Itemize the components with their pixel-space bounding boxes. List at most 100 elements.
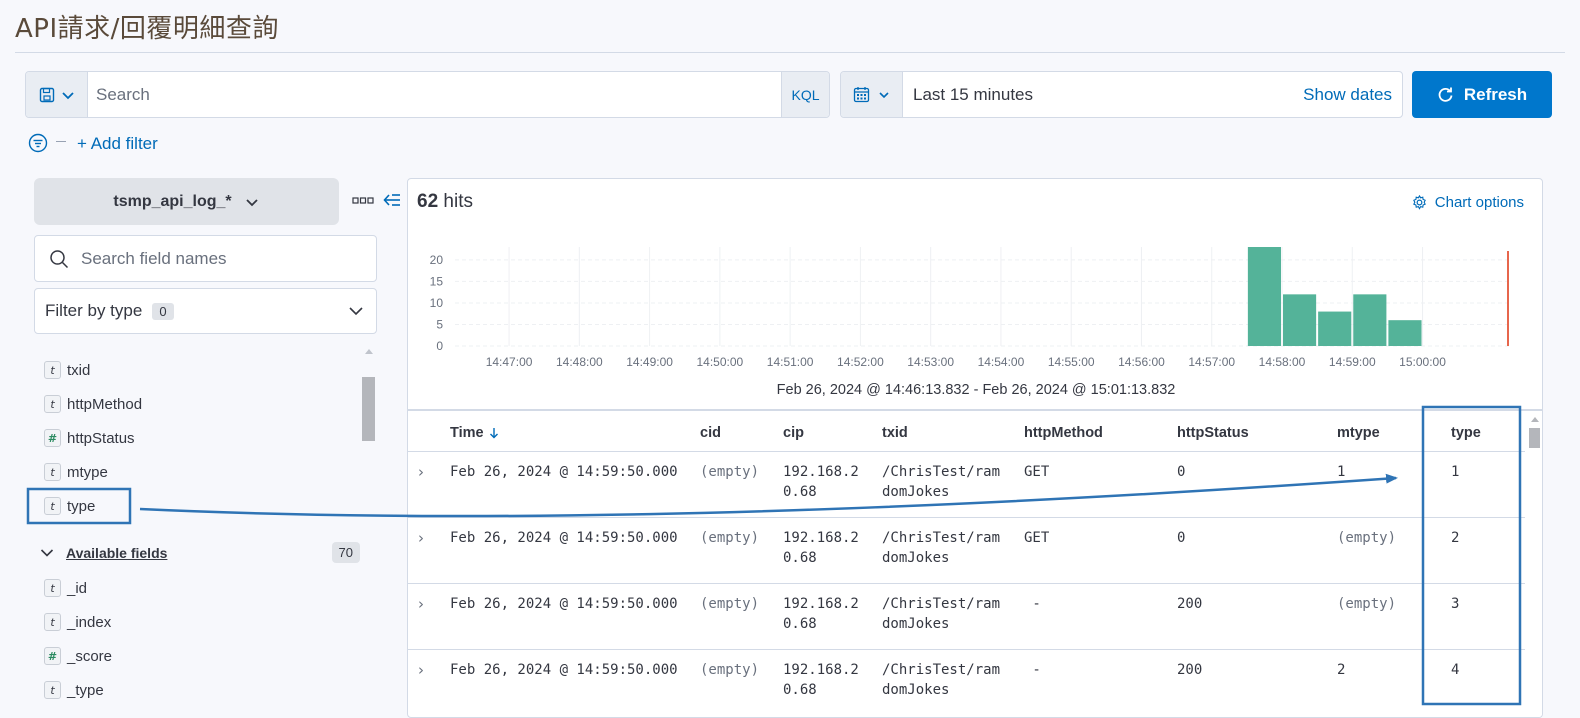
cell-httpmethod: - xyxy=(1024,662,1041,678)
cell-type: 2 xyxy=(1451,530,1460,546)
cell-txid: /ChrisTest/ram xyxy=(882,464,1001,480)
field-name: _index xyxy=(67,613,112,631)
index-pattern-selector[interactable]: tsmp_api_log_* xyxy=(34,178,339,225)
histogram-bar xyxy=(1388,320,1422,346)
cell-cip-wrap: 0.68 xyxy=(783,616,817,632)
filter-menu-icon[interactable] xyxy=(28,133,48,153)
cell-cid: (empty) xyxy=(700,662,760,678)
chevron-down-icon xyxy=(61,91,74,99)
column-header-cip[interactable]: cip xyxy=(783,425,804,441)
field-item-mtype[interactable]: t mtype xyxy=(44,461,108,483)
column-header-httpstatus[interactable]: httpStatus xyxy=(1177,425,1249,441)
chart-options-button[interactable]: Chart options xyxy=(1412,194,1524,211)
cell-txid: /ChrisTest/ram xyxy=(882,596,1001,612)
sidebar-scroll-up-arrow[interactable] xyxy=(365,349,373,354)
sort-descending-icon[interactable] xyxy=(488,427,500,439)
hits-count: 62 xyxy=(417,191,439,212)
field-name: httpMethod xyxy=(67,395,143,413)
column-header-cid[interactable]: cid xyxy=(700,425,721,441)
date-range-text[interactable]: Last 15 minutes xyxy=(913,85,1033,105)
x-tick-label: 14:52:00 xyxy=(837,355,884,369)
y-tick-label: 0 xyxy=(436,339,443,353)
cell-cid: (empty) xyxy=(700,530,760,546)
cell-txid-wrap: domJokes xyxy=(882,550,950,566)
header-separator xyxy=(408,451,1525,452)
table-scroll-thumb[interactable] xyxy=(1529,428,1540,448)
string-type-icon: t xyxy=(44,463,61,481)
row-separator xyxy=(408,649,1525,650)
collapse-sidebar-icon[interactable] xyxy=(383,192,401,210)
column-header-mtype[interactable]: mtype xyxy=(1337,425,1380,441)
field-item-txid[interactable]: t txid xyxy=(44,359,90,381)
field-item-type[interactable]: t type xyxy=(44,495,95,517)
x-tick-label: 14:58:00 xyxy=(1259,355,1306,369)
available-fields-count: 70 xyxy=(331,542,360,563)
chevron-down-icon xyxy=(879,91,889,98)
x-tick-label: 15:00:00 xyxy=(1399,355,1446,369)
field-item-httpstatus[interactable]: # httpStatus xyxy=(44,427,135,449)
cell-cip: 192.168.2 xyxy=(783,596,859,612)
number-type-icon: # xyxy=(44,647,61,665)
column-header-type[interactable]: type xyxy=(1451,425,1481,441)
x-tick-label: 14:57:00 xyxy=(1188,355,1235,369)
cell-httpmethod: - xyxy=(1024,596,1041,612)
scroll-up-arrow[interactable] xyxy=(1531,417,1539,422)
field-item-id[interactable]: t _id xyxy=(44,577,87,599)
column-header-httpmethod[interactable]: httpMethod xyxy=(1024,425,1103,441)
cell-time: Feb 26, 2024 @ 14:59:50.000 xyxy=(450,662,678,678)
gear-icon xyxy=(1412,195,1426,210)
histogram-bar xyxy=(1247,247,1282,346)
cell-type: 4 xyxy=(1451,662,1460,678)
field-item-httpmethod[interactable]: t httpMethod xyxy=(44,393,142,415)
expand-row-icon[interactable]: › xyxy=(418,595,424,613)
document-table: Time cid cip txid httpMethod httpStatus … xyxy=(408,409,1542,717)
expand-row-icon[interactable]: › xyxy=(418,529,424,547)
row-separator xyxy=(408,583,1525,584)
cell-httpstatus: 200 xyxy=(1177,596,1203,612)
x-tick-label: 14:50:00 xyxy=(697,355,744,369)
show-dates-link[interactable]: Show dates xyxy=(1303,85,1392,105)
field-name: httpStatus xyxy=(67,429,135,447)
query-bar: KQL xyxy=(25,71,830,118)
expand-row-icon[interactable]: › xyxy=(418,463,424,481)
search-input[interactable] xyxy=(96,72,776,117)
add-filter-button[interactable]: + Add filter xyxy=(77,134,158,154)
table-scrollbar[interactable] xyxy=(1527,411,1542,717)
chart-options-label: Chart options xyxy=(1434,194,1524,211)
x-tick-label: 14:48:00 xyxy=(556,355,603,369)
cell-httpstatus: 0 xyxy=(1177,464,1186,480)
field-item-score[interactable]: # _score xyxy=(44,645,112,667)
column-header-time[interactable]: Time xyxy=(450,425,500,441)
refresh-button[interactable]: Refresh xyxy=(1412,71,1552,118)
refresh-icon xyxy=(1438,87,1453,102)
x-tick-label: 14:53:00 xyxy=(907,355,954,369)
more-options-icon[interactable] xyxy=(352,193,374,209)
index-pattern-label: tsmp_api_log_* xyxy=(113,192,232,210)
chevron-down-icon xyxy=(40,549,54,557)
histogram-bar xyxy=(1353,294,1387,346)
kql-toggle-button[interactable]: KQL xyxy=(781,72,829,117)
saved-query-button[interactable] xyxy=(26,72,88,117)
sidebar-scrollbar[interactable] xyxy=(362,377,375,441)
field-search xyxy=(34,235,377,282)
hits-label: hits xyxy=(443,191,473,212)
cell-cid: (empty) xyxy=(700,464,760,480)
cell-txid: /ChrisTest/ram xyxy=(882,530,1001,546)
field-search-input[interactable] xyxy=(81,236,371,281)
number-type-icon: # xyxy=(44,429,61,447)
cell-txid-wrap: domJokes xyxy=(882,484,950,500)
x-tick-label: 14:55:00 xyxy=(1048,355,1095,369)
quick-select-button[interactable] xyxy=(841,72,903,117)
expand-row-icon[interactable]: › xyxy=(418,661,424,679)
column-header-txid[interactable]: txid xyxy=(882,425,908,441)
field-item-type-meta[interactable]: t _type xyxy=(44,679,104,701)
field-item-index[interactable]: t _index xyxy=(44,611,111,633)
filter-by-type-dropdown[interactable]: Filter by type 0 xyxy=(34,288,377,334)
hits-counter: 62 hits xyxy=(417,191,473,213)
available-fields-header[interactable]: Available fields 70 xyxy=(40,542,360,564)
cell-cip: 192.168.2 xyxy=(783,464,859,480)
cell-httpstatus: 0 xyxy=(1177,530,1186,546)
field-name: _type xyxy=(67,681,104,699)
cell-mtype: (empty) xyxy=(1337,530,1397,546)
histogram-bar xyxy=(1318,311,1352,346)
